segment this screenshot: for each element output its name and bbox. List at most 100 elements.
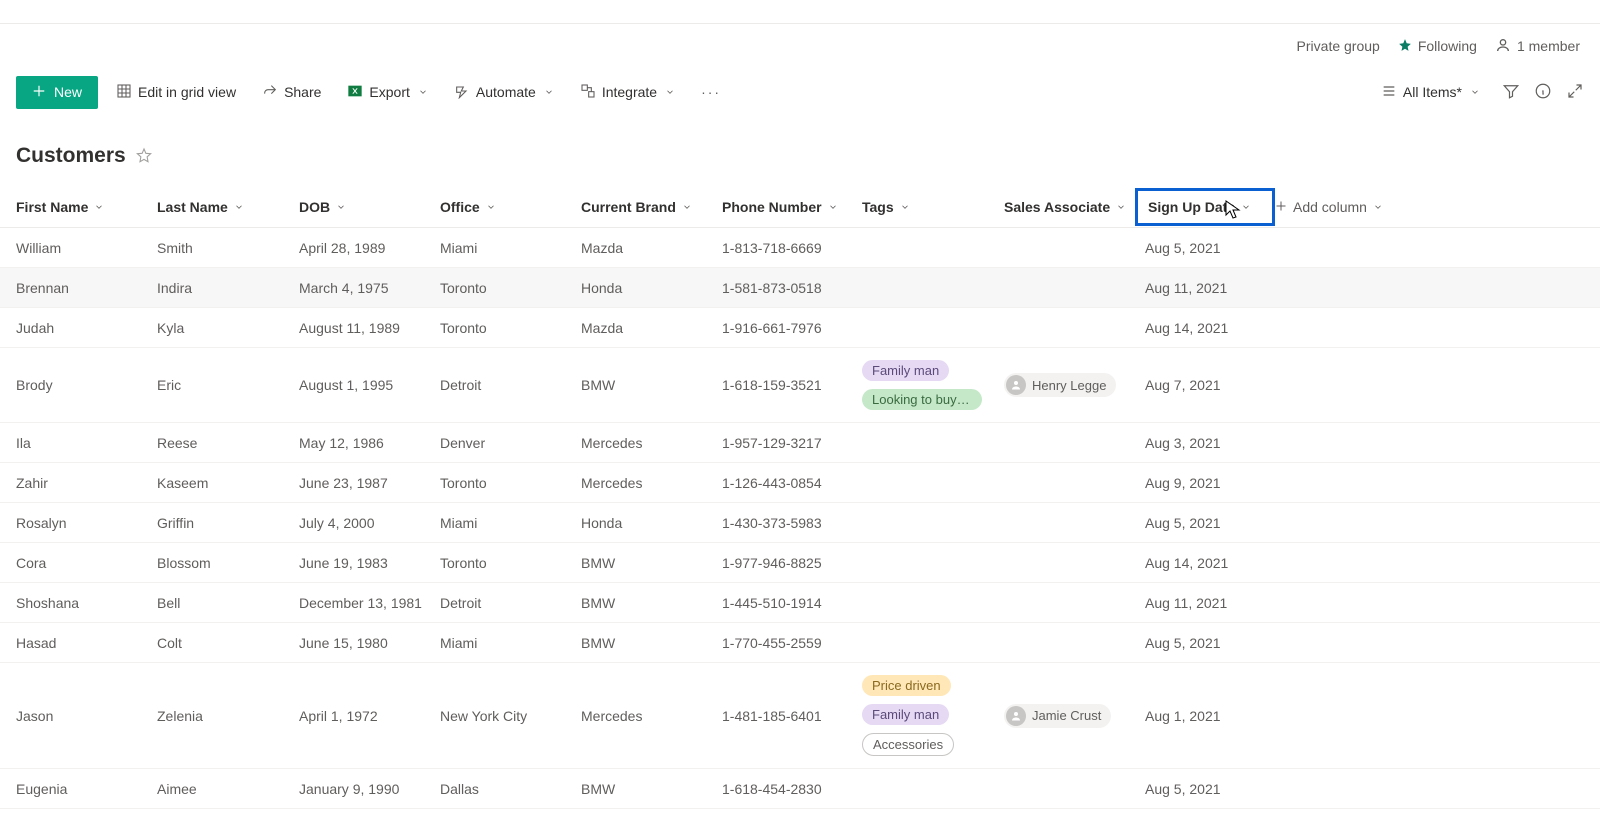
chevron-down-icon — [486, 199, 496, 215]
chevron-down-icon — [418, 84, 428, 100]
add-column-button[interactable]: Add column — [1275, 199, 1415, 215]
col-office[interactable]: Office — [440, 199, 581, 215]
cell: Griffin — [157, 505, 299, 541]
col-tags[interactable]: Tags — [862, 199, 1004, 215]
cell: Kyla — [157, 310, 299, 346]
tag-pill: Price driven — [862, 675, 951, 696]
info-icon[interactable] — [1534, 82, 1552, 103]
chevron-down-icon — [1373, 199, 1383, 215]
cell: 1-957-129-3217 — [722, 425, 862, 461]
table-row[interactable]: BrodyEricAugust 1, 1995DetroitBMW1-618-1… — [0, 348, 1600, 423]
integrate-button[interactable]: Integrate — [572, 79, 683, 106]
cell-assoc — [1004, 513, 1145, 533]
tag-pill: Looking to buy s… — [862, 389, 982, 410]
table-row[interactable]: IlaReeseMay 12, 1986DenverMercedes1-957-… — [0, 423, 1600, 463]
col-sales-assoc[interactable]: Sales Associate — [1004, 199, 1145, 215]
cell: 1-916-661-7976 — [722, 310, 862, 346]
cell: Aug 5, 2021 — [1145, 505, 1285, 541]
cell: Toronto — [440, 310, 581, 346]
cell: August 11, 1989 — [299, 310, 440, 346]
excel-icon — [347, 83, 363, 102]
export-button[interactable]: Export — [339, 79, 435, 106]
cell: Eric — [157, 367, 299, 403]
table-row[interactable]: EugeniaAimeeJanuary 9, 1990DallasBMW1-61… — [0, 769, 1600, 809]
cell-assoc — [1004, 318, 1145, 338]
chevron-down-icon — [1116, 199, 1126, 215]
table-row[interactable]: WilliamSmithApril 28, 1989MiamiMazda1-81… — [0, 228, 1600, 268]
cell-tags — [862, 553, 1004, 573]
expand-icon[interactable] — [1566, 82, 1584, 103]
cell: Honda — [581, 505, 722, 541]
person-name: Henry Legge — [1032, 378, 1106, 393]
col-current-brand[interactable]: Current Brand — [581, 199, 722, 215]
cell: Denver — [440, 425, 581, 461]
col-sign-up-date[interactable]: Sign Up Date — [1135, 188, 1275, 226]
new-button[interactable]: New — [16, 76, 98, 109]
grid-icon — [116, 83, 132, 102]
add-column-label: Add column — [1293, 199, 1367, 215]
cell: 1-430-373-5983 — [722, 505, 862, 541]
table: First Name Last Name DOB Office Current … — [0, 186, 1600, 809]
integrate-icon — [580, 83, 596, 102]
cell: Mercedes — [581, 465, 722, 501]
view-selector[interactable]: All Items* — [1373, 79, 1488, 106]
cell: 1-581-873-0518 — [722, 270, 862, 306]
cell-tags: Family man Looking to buy s… — [862, 348, 1004, 422]
automate-button[interactable]: Automate — [446, 79, 562, 106]
cell: Kaseem — [157, 465, 299, 501]
new-label: New — [54, 84, 82, 100]
chevron-down-icon — [682, 199, 692, 215]
col-dob[interactable]: DOB — [299, 199, 440, 215]
share-button[interactable]: Share — [254, 79, 329, 106]
filter-icon[interactable] — [1502, 82, 1520, 103]
list-title: Customers — [16, 144, 126, 168]
person-icon — [1495, 37, 1511, 56]
cell: Aug 1, 2021 — [1145, 698, 1285, 734]
cell: Honda — [581, 270, 722, 306]
table-row[interactable]: CoraBlossomJune 19, 1983TorontoBMW1-977-… — [0, 543, 1600, 583]
col-first-name[interactable]: First Name — [16, 199, 157, 215]
cell: 1-813-718-6669 — [722, 230, 862, 266]
list-title-row: Customers — [0, 116, 1600, 186]
tag-pill: Family man — [862, 360, 949, 381]
cell: January 9, 1990 — [299, 771, 440, 807]
cell-tags — [862, 779, 1004, 799]
col-label: First Name — [16, 199, 88, 215]
cell: Zelenia — [157, 698, 299, 734]
chevron-down-icon — [544, 84, 554, 100]
favorite-star-icon[interactable] — [136, 147, 152, 166]
person-name: Jamie Crust — [1032, 708, 1101, 723]
cell-tags — [862, 433, 1004, 453]
cell: April 28, 1989 — [299, 230, 440, 266]
member-count[interactable]: 1 member — [1495, 37, 1580, 56]
avatar-icon — [1006, 375, 1026, 395]
cell: Mazda — [581, 310, 722, 346]
col-label: Sign Up Date — [1148, 199, 1235, 215]
table-row[interactable]: JasonZeleniaApril 1, 1972New York CityMe… — [0, 663, 1600, 769]
table-row[interactable]: ShoshanaBellDecember 13, 1981DetroitBMW1… — [0, 583, 1600, 623]
following-label: Following — [1418, 38, 1477, 54]
integrate-label: Integrate — [602, 84, 657, 100]
table-body: WilliamSmithApril 28, 1989MiamiMazda1-81… — [0, 228, 1600, 809]
plus-icon — [32, 84, 46, 101]
following-button[interactable]: Following — [1398, 38, 1477, 55]
cell-tags — [862, 318, 1004, 338]
col-last-name[interactable]: Last Name — [157, 199, 299, 215]
cell: March 4, 1975 — [299, 270, 440, 306]
table-row[interactable]: ZahirKaseemJune 23, 1987TorontoMercedes1… — [0, 463, 1600, 503]
avatar-icon — [1006, 706, 1026, 726]
cell: Mercedes — [581, 698, 722, 734]
cell: Detroit — [440, 585, 581, 621]
col-phone[interactable]: Phone Number — [722, 199, 862, 215]
table-row[interactable]: RosalynGriffinJuly 4, 2000MiamiHonda1-43… — [0, 503, 1600, 543]
edit-grid-button[interactable]: Edit in grid view — [108, 79, 244, 106]
table-row[interactable]: HasadColtJune 15, 1980MiamiBMW1-770-455-… — [0, 623, 1600, 663]
chevron-down-icon — [1470, 84, 1480, 100]
table-row[interactable]: BrennanIndiraMarch 4, 1975TorontoHonda1-… — [0, 268, 1600, 308]
chevron-down-icon — [900, 199, 910, 215]
cell-assoc — [1004, 633, 1145, 653]
more-button[interactable]: ··· — [693, 80, 729, 104]
cell: 1-618-159-3521 — [722, 367, 862, 403]
share-icon — [262, 83, 278, 102]
table-row[interactable]: JudahKylaAugust 11, 1989TorontoMazda1-91… — [0, 308, 1600, 348]
